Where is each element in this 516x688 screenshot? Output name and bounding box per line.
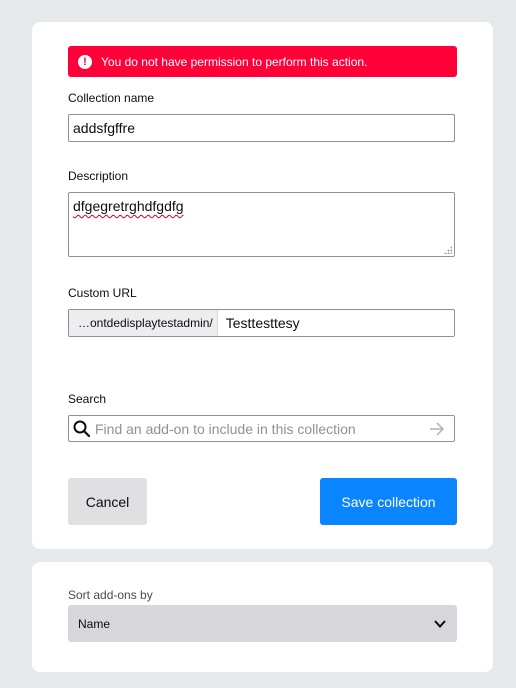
- sort-card: Sort add-ons by Name: [32, 562, 493, 672]
- custom-url-input[interactable]: …ontdedisplaytestadmin/ Testtesttesy: [68, 309, 455, 337]
- description-value: dfgegretrghdfgdfg: [73, 198, 184, 214]
- collection-name-input[interactable]: addsfgffre: [68, 114, 455, 142]
- chevron-down-icon: [434, 620, 446, 628]
- save-collection-button[interactable]: Save collection: [320, 478, 457, 525]
- arrow-right-icon[interactable]: [428, 420, 446, 438]
- search-input[interactable]: [92, 416, 428, 441]
- error-banner: ! You do not have permission to perform …: [68, 46, 457, 77]
- search-box[interactable]: [68, 415, 455, 442]
- collection-name-value: addsfgffre: [73, 120, 136, 136]
- search-icon: [73, 420, 91, 437]
- custom-url-prefix: …ontdedisplaytestadmin/: [69, 310, 218, 336]
- cancel-button[interactable]: Cancel: [68, 478, 147, 525]
- resize-handle-icon[interactable]: [444, 246, 452, 254]
- collection-name-label: Collection name: [68, 91, 155, 105]
- sort-selected-value: Name: [78, 616, 111, 631]
- custom-url-slug: Testtesttesy: [225, 315, 300, 331]
- sort-label: Sort add-ons by: [68, 588, 153, 602]
- description-textarea[interactable]: dfgegretrghdfgdfg: [68, 192, 455, 257]
- search-label: Search: [68, 392, 107, 406]
- collection-form-card: ! You do not have permission to perform …: [32, 22, 493, 549]
- error-message: You do not have permission to perform th…: [101, 54, 368, 69]
- custom-url-label: Custom URL: [68, 286, 137, 300]
- exclamation-icon: !: [78, 54, 92, 69]
- sort-select[interactable]: Name: [68, 605, 457, 642]
- description-label: Description: [68, 169, 129, 183]
